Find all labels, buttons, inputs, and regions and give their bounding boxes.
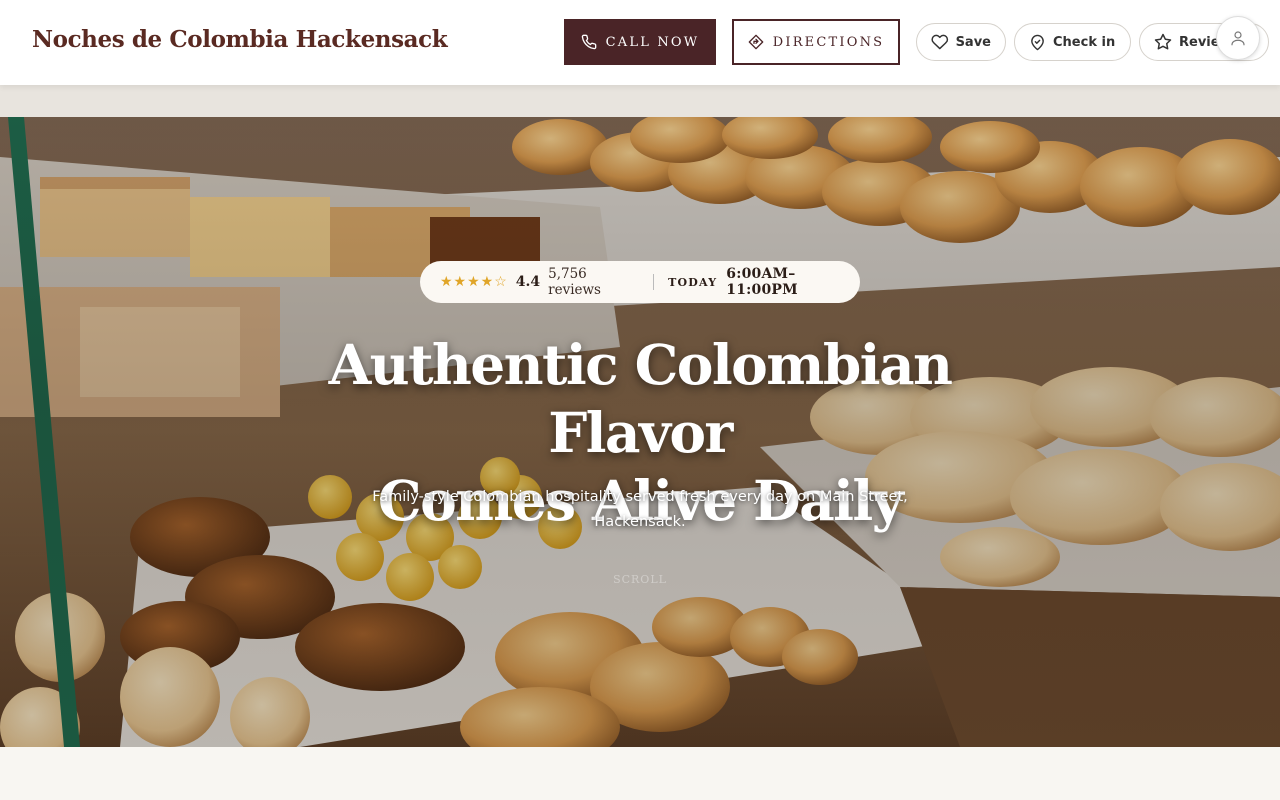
account-button[interactable] xyxy=(1216,16,1260,60)
site-header: Noches de Colombia Hackensack CALL NOW D… xyxy=(0,0,1280,85)
today-label: TODAY xyxy=(668,275,718,289)
rating-stars: ★★★★☆ xyxy=(440,274,508,290)
check-in-button[interactable]: Check in xyxy=(1014,23,1131,61)
save-label: Save xyxy=(955,34,991,50)
directions-button[interactable]: DIRECTIONS xyxy=(732,19,900,65)
hero-subheadline: Family-style Colombian hospitality serve… xyxy=(372,489,908,530)
phone-icon xyxy=(581,34,596,50)
rating-hours-badge: ★★★★☆ 4.4 5,756 reviews TODAY 6:00AM–11:… xyxy=(420,261,860,303)
badge-divider xyxy=(653,274,655,290)
rating-value: 4.4 xyxy=(515,274,541,290)
opening-hours: 6:00AM–11:00PM xyxy=(726,266,798,298)
map-pin-icon xyxy=(1031,34,1044,50)
scroll-hint: SCROLL xyxy=(613,573,667,586)
call-now-label: CALL NOW xyxy=(605,34,700,50)
call-now-button[interactable]: CALL NOW xyxy=(564,19,716,65)
directions-label: DIRECTIONS xyxy=(772,34,885,50)
heart-icon xyxy=(931,34,949,50)
content-area xyxy=(0,747,1280,800)
brand-name[interactable]: Noches de Colombia Hackensack xyxy=(32,26,448,53)
directions-icon xyxy=(748,34,764,50)
user-icon xyxy=(1231,31,1245,46)
headline-line-1: Authentic Colombian Flavor xyxy=(328,332,953,465)
hero-section: ★★★★☆ 4.4 5,756 reviews TODAY 6:00AM–11:… xyxy=(0,117,1280,747)
review-count[interactable]: 5,756 reviews xyxy=(548,266,639,298)
check-in-label: Check in xyxy=(1053,34,1116,50)
header-strip xyxy=(0,85,1280,117)
save-button[interactable]: Save xyxy=(916,23,1006,61)
star-icon xyxy=(1154,33,1172,50)
